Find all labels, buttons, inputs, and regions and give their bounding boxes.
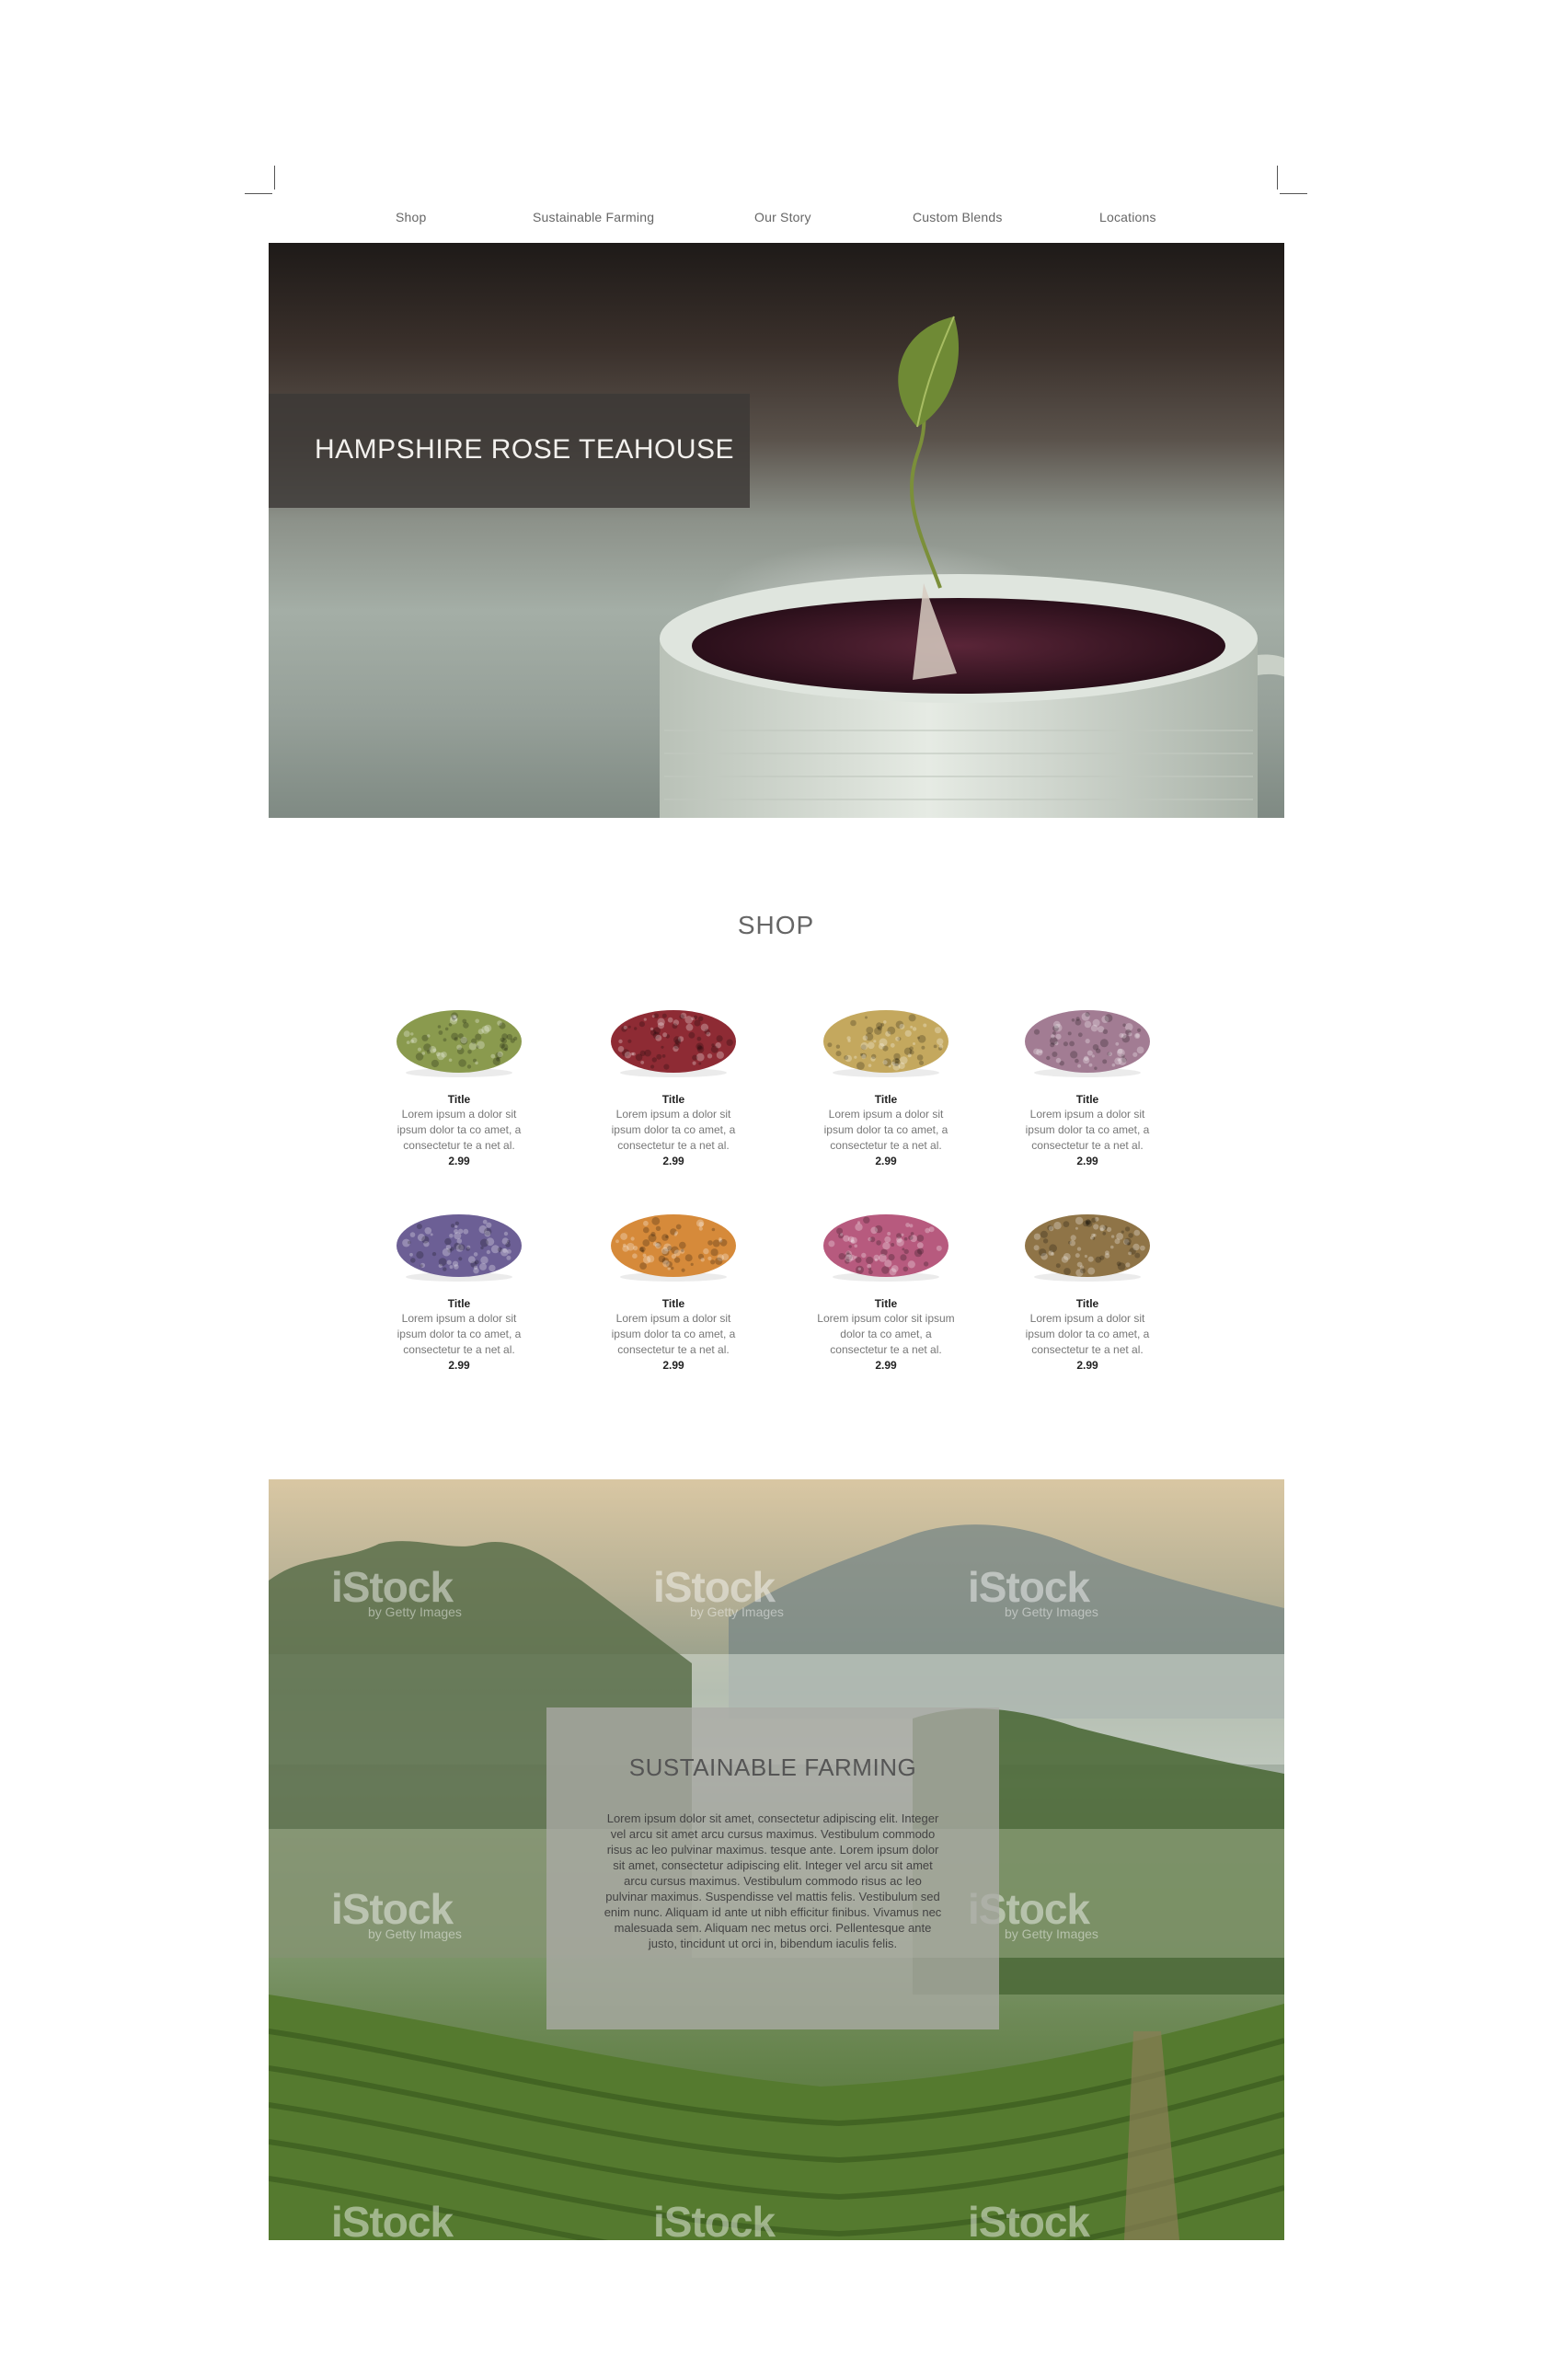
- watermark: iStock by Getty Images: [968, 1563, 1098, 1619]
- product-price: 2.99: [662, 1155, 684, 1167]
- farming-info-box: SUSTAINABLE FARMING Lorem ipsum dolor si…: [546, 1707, 999, 2029]
- farming-heading: SUSTAINABLE FARMING: [628, 1753, 917, 1781]
- rose-petal-pile-image[interactable]: [600, 984, 747, 1086]
- watermark: iStock by Getty Images: [653, 1563, 784, 1619]
- product-card[interactable]: Title Lorem ipsum a dolor sit ipsum dolor…: [600, 984, 747, 1168]
- nav-item-custom-blends[interactable]: Custom Blends: [913, 210, 1003, 224]
- product-price: 2.99: [662, 1359, 684, 1372]
- lavender-pile-image[interactable]: [385, 1189, 533, 1290]
- watermark: iStock by Getty Images: [331, 1885, 462, 1941]
- product-description: Lorem ipsum a dolor sit ipsum dolor ta c…: [1025, 1108, 1150, 1152]
- product-price: 2.99: [1076, 1155, 1098, 1167]
- product-description: Lorem ipsum a dolor sit ipsum dolor ta c…: [1025, 1312, 1150, 1356]
- crop-mark: [245, 193, 272, 194]
- product-card[interactable]: Title Lorem ipsum color sit ipsum dolor t…: [812, 1189, 960, 1373]
- product-price: 2.99: [875, 1359, 897, 1372]
- sustainable-farming-section: iStock by Getty Images iStock by Getty Ima…: [269, 1479, 1284, 2240]
- hero-image: [660, 316, 1284, 818]
- crop-mark: [1277, 166, 1278, 190]
- farming-text: Lorem ipsum dolor sit amet, consectetur …: [604, 1811, 942, 1950]
- product-card[interactable]: Title Lorem ipsum a dolor sit ipsum dolor…: [1014, 1189, 1161, 1373]
- nav-item-locations[interactable]: Locations: [1099, 210, 1156, 224]
- product-price: 2.99: [1076, 1359, 1098, 1372]
- product-card[interactable]: Title Lorem ipsum a dolor sit ipsum dolor…: [385, 1189, 533, 1373]
- product-title[interactable]: Title: [1014, 1296, 1161, 1311]
- product-title[interactable]: Title: [385, 1092, 533, 1107]
- product-card[interactable]: Title Lorem ipsum a dolor sit ipsum dolor…: [600, 1189, 747, 1373]
- site-title: HAMPSHIRE ROSE TEAHOUSE: [315, 434, 735, 465]
- product-card[interactable]: Title Lorem ipsum a dolor sit ipsum dolor…: [385, 984, 533, 1168]
- product-card[interactable]: Title Lorem ipsum a dolor sit ipsum dolor…: [812, 984, 960, 1168]
- rosebud-pile-image[interactable]: [812, 1189, 960, 1290]
- hero-title-box: HAMPSHIRE ROSE TEAHOUSE: [269, 394, 750, 508]
- product-title[interactable]: Title: [385, 1296, 533, 1311]
- product-price: 2.99: [875, 1155, 897, 1167]
- product-title[interactable]: Title: [812, 1092, 960, 1107]
- shop-heading: SHOP: [737, 911, 815, 939]
- green-herb-pile-image[interactable]: [385, 984, 533, 1086]
- product-description: Lorem ipsum a dolor sit ipsum dolor ta c…: [611, 1108, 736, 1152]
- product-title[interactable]: Title: [600, 1092, 747, 1107]
- hero-banner: HAMPSHIRE ROSE TEAHOUSE: [269, 243, 1284, 818]
- watermark: iStock: [653, 2198, 776, 2240]
- watermark: iStock by Getty Images: [331, 1563, 462, 1619]
- product-price: 2.99: [448, 1155, 470, 1167]
- crop-mark: [274, 166, 275, 190]
- product-description: Lorem ipsum a dolor sit ipsum dolor ta c…: [611, 1312, 736, 1356]
- product-description: Lorem ipsum a dolor sit ipsum dolor ta c…: [397, 1312, 522, 1356]
- watermark: iStock: [331, 2198, 454, 2240]
- heather-pile-image[interactable]: [1014, 984, 1161, 1086]
- product-title[interactable]: Title: [600, 1296, 747, 1311]
- product-title[interactable]: Title: [1014, 1092, 1161, 1107]
- product-title[interactable]: Title: [812, 1296, 960, 1311]
- watermark: iStock: [968, 2198, 1090, 2240]
- product-card[interactable]: Title Lorem ipsum a dolor sit ipsum dolor…: [1014, 984, 1161, 1168]
- product-description: Lorem ipsum a dolor sit ipsum dolor ta c…: [397, 1108, 522, 1152]
- chamomile-pile-image[interactable]: [812, 984, 960, 1086]
- product-description: Lorem ipsum a dolor sit ipsum dolor ta c…: [823, 1108, 948, 1152]
- crop-mark: [1280, 193, 1307, 194]
- product-description: Lorem ipsum color sit ipsum dolor ta co …: [817, 1312, 955, 1356]
- nav-item-shop[interactable]: Shop: [396, 210, 427, 224]
- nav-item-our-story[interactable]: Our Story: [754, 210, 811, 224]
- seed-pile-image[interactable]: [1014, 1189, 1161, 1290]
- nav-item-sustainable-farming[interactable]: Sustainable Farming: [533, 210, 654, 224]
- top-nav: Shop Sustainable Farming Our Story Custo…: [0, 210, 1552, 236]
- calendula-pile-image[interactable]: [600, 1189, 747, 1290]
- product-price: 2.99: [448, 1359, 470, 1372]
